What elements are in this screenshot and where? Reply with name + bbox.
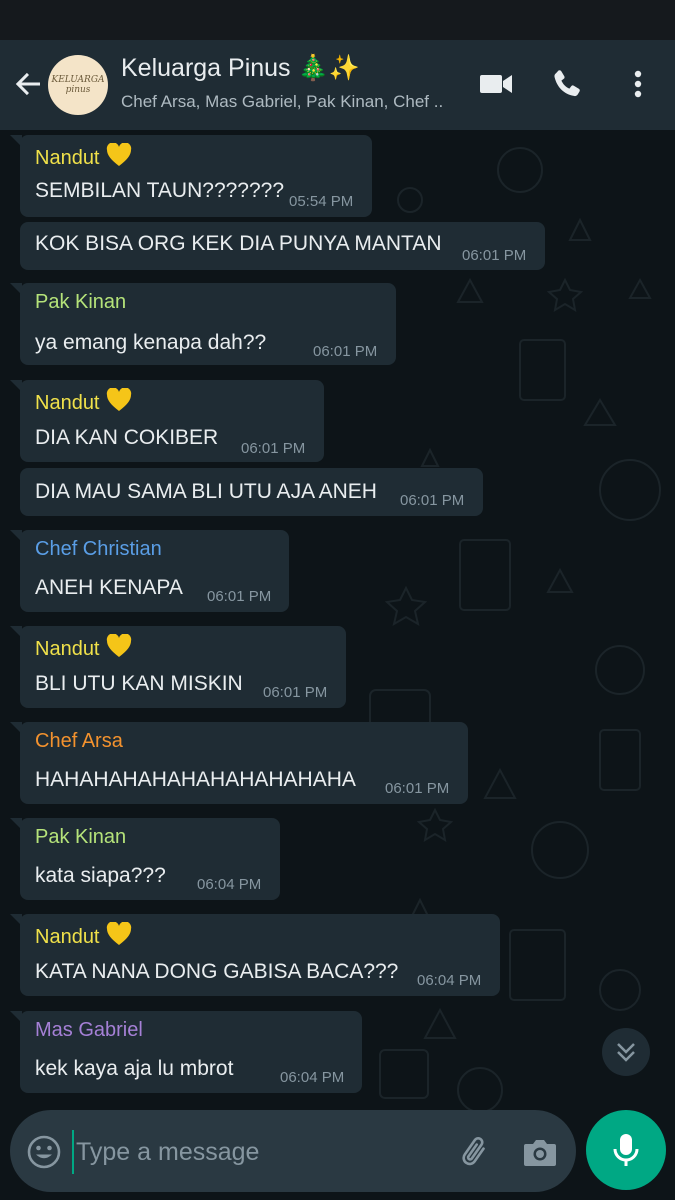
message-time: 06:01 PM xyxy=(400,492,465,509)
voice-call-icon[interactable] xyxy=(549,66,585,102)
message-text: kek kaya aja lu mbrot xyxy=(35,1057,234,1080)
message-text: KOK BISA ORG KEK DIA PUNYA MANTAN xyxy=(35,232,442,255)
message-bubble[interactable]: Nandut BLI UTU KAN MISKIN 06:01 PM xyxy=(10,626,346,708)
message-time: 06:01 PM xyxy=(462,247,527,264)
sender-name: Mas Gabriel xyxy=(35,1019,143,1041)
sender-name: Chef Christian xyxy=(35,538,162,560)
sender-name: Nandut xyxy=(35,388,132,415)
message-text: KATA NANA DONG GABISA BACA??? xyxy=(35,960,399,983)
message-bubble[interactable]: Nandut KATA NANA DONG GABISA BACA??? 06:… xyxy=(10,914,500,996)
message-time: 06:01 PM xyxy=(263,684,328,701)
sender-name: Nandut xyxy=(35,922,132,949)
message-input[interactable] xyxy=(72,1130,452,1174)
message-text: ya emang kenapa dah?? xyxy=(35,331,267,354)
sender-name: Nandut xyxy=(35,143,132,170)
message-time: 06:04 PM xyxy=(280,1069,345,1086)
message-time: 06:04 PM xyxy=(197,876,262,893)
message-bubble[interactable]: Pak Kinan kata siapa??? 06:04 PM xyxy=(10,818,280,900)
message-list[interactable]: Nandut SEMBILAN TAUN??????? 05:54 PM KOK… xyxy=(0,130,675,1110)
message-composer xyxy=(10,1110,576,1192)
message-time: 06:01 PM xyxy=(313,343,378,360)
sender-name: Pak Kinan xyxy=(35,291,127,313)
message-time: 06:01 PM xyxy=(385,780,450,797)
message-bubble[interactable]: Pak Kinan ya emang kenapa dah?? 06:01 PM xyxy=(10,283,396,365)
emoji-icon[interactable] xyxy=(26,1134,62,1170)
sender-name: Pak Kinan xyxy=(35,826,127,848)
status-bar xyxy=(0,0,675,40)
more-options-icon[interactable] xyxy=(624,66,652,102)
message-text: HAHAHAHAHAHAHAHAHAHAHA xyxy=(35,768,356,791)
message-time: 06:01 PM xyxy=(207,588,272,605)
back-arrow-icon[interactable] xyxy=(12,68,44,100)
message-bubble[interactable]: KOK BISA ORG KEK DIA PUNYA MANTAN 06:01 … xyxy=(20,222,545,270)
double-chevron-down-icon xyxy=(617,1043,635,1062)
message-text: kata siapa??? xyxy=(35,864,166,887)
message-bubble[interactable]: Nandut DIA KAN COKIBER 06:01 PM xyxy=(10,380,324,462)
yellow-heart-icon xyxy=(106,922,131,945)
message-bubble[interactable]: Chef Arsa HAHAHAHAHAHAHAHAHAHAHA 06:01 P… xyxy=(10,722,468,804)
yellow-heart-icon xyxy=(106,388,131,411)
sender-name: Nandut xyxy=(35,634,132,661)
message-time: 06:01 PM xyxy=(241,440,306,457)
voice-message-button[interactable] xyxy=(586,1110,666,1190)
avatar-logo: KELUARGA pinus xyxy=(51,75,105,95)
message-text: ANEH KENAPA xyxy=(35,576,183,599)
message-bubble[interactable]: Mas Gabriel kek kaya aja lu mbrot 06:04 … xyxy=(10,1011,362,1093)
camera-icon[interactable] xyxy=(520,1132,560,1172)
yellow-heart-icon xyxy=(106,143,131,166)
chat-participants[interactable]: Chef Arsa, Mas Gabriel, Pak Kinan, Chef … xyxy=(121,92,443,112)
scroll-to-bottom-button[interactable] xyxy=(602,1028,650,1076)
message-time: 05:54 PM xyxy=(289,193,354,210)
video-call-icon[interactable] xyxy=(478,66,514,102)
yellow-heart-icon xyxy=(106,634,131,657)
chat-header: KELUARGA pinus Keluarga Pinus 🎄✨ Chef Ar… xyxy=(0,40,675,130)
message-time: 06:04 PM xyxy=(417,972,482,989)
message-text: SEMBILAN TAUN??????? xyxy=(35,179,285,202)
message-text: DIA MAU SAMA BLI UTU AJA ANEH xyxy=(35,480,377,503)
message-bubble[interactable]: DIA MAU SAMA BLI UTU AJA ANEH 06:01 PM xyxy=(20,468,483,516)
group-avatar[interactable]: KELUARGA pinus xyxy=(48,55,108,115)
attach-icon[interactable] xyxy=(456,1132,496,1172)
message-bubble[interactable]: Chef Christian ANEH KENAPA 06:01 PM xyxy=(10,530,289,612)
message-bubble[interactable]: Nandut SEMBILAN TAUN??????? 05:54 PM xyxy=(10,135,372,217)
mic-icon xyxy=(613,1134,639,1166)
sender-name: Chef Arsa xyxy=(35,730,123,752)
message-text: DIA KAN COKIBER xyxy=(35,426,219,449)
chat-title[interactable]: Keluarga Pinus 🎄✨ xyxy=(121,54,360,83)
message-text: BLI UTU KAN MISKIN xyxy=(35,672,243,695)
